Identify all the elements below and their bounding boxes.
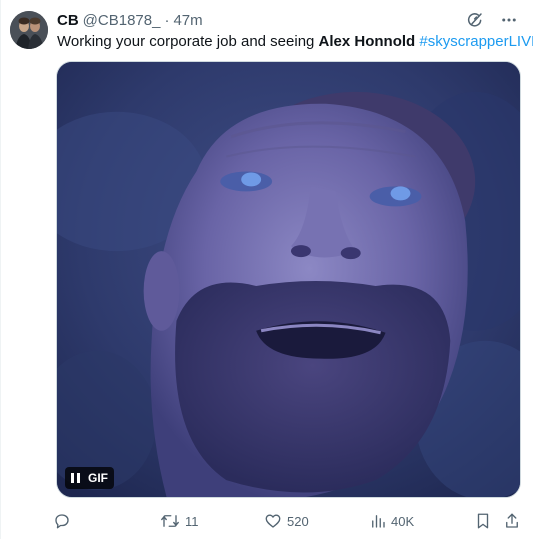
reply-button[interactable] — [53, 510, 76, 532]
hashtag-link[interactable]: #skyscrapperLIVE — [419, 33, 533, 50]
like-button[interactable]: 520 — [264, 510, 309, 532]
like-icon — [265, 514, 281, 528]
bookmark-button[interactable] — [475, 510, 491, 532]
user-handle[interactable]: @CB1878_ — [83, 12, 161, 29]
retweet-icon — [161, 515, 179, 527]
retweet-button[interactable]: 11 — [160, 510, 199, 532]
gif-controls: GIF — [65, 467, 114, 489]
retweet-count: 11 — [185, 513, 199, 529]
gif-frame — [57, 62, 520, 497]
views-button[interactable]: 40K — [370, 510, 414, 532]
tweet-header: CB @CB1878_ · 47m — [57, 10, 203, 30]
display-name[interactable]: CB — [57, 12, 79, 29]
views-count: 40K — [391, 513, 415, 529]
more-icon[interactable] — [499, 10, 519, 30]
gif-media[interactable]: GIF — [56, 61, 521, 498]
share-icon — [506, 513, 518, 528]
views-icon — [372, 515, 385, 528]
like-count: 520 — [287, 513, 309, 529]
header-actions — [465, 10, 519, 30]
action-bar: 11 520 40K — [53, 510, 523, 532]
mentioned-name: Alex Honnold — [318, 33, 416, 50]
timestamp[interactable]: 47m — [173, 12, 202, 29]
separator-dot: · — [164, 11, 170, 29]
reply-icon — [55, 514, 69, 529]
share-button[interactable] — [504, 510, 520, 532]
bookmark-icon — [477, 513, 489, 529]
gif-badge: GIF — [88, 471, 108, 485]
pause-icon[interactable] — [71, 473, 80, 483]
tweet-text-prefix: Working your corporate job and seeing — [57, 33, 319, 50]
grok-icon[interactable] — [465, 10, 485, 30]
tweet-text: Working your corporate job and seeing Al… — [57, 32, 533, 52]
tweet: CB @CB1878_ · 47m Working your corporate… — [0, 0, 533, 539]
avatar[interactable] — [10, 11, 48, 49]
